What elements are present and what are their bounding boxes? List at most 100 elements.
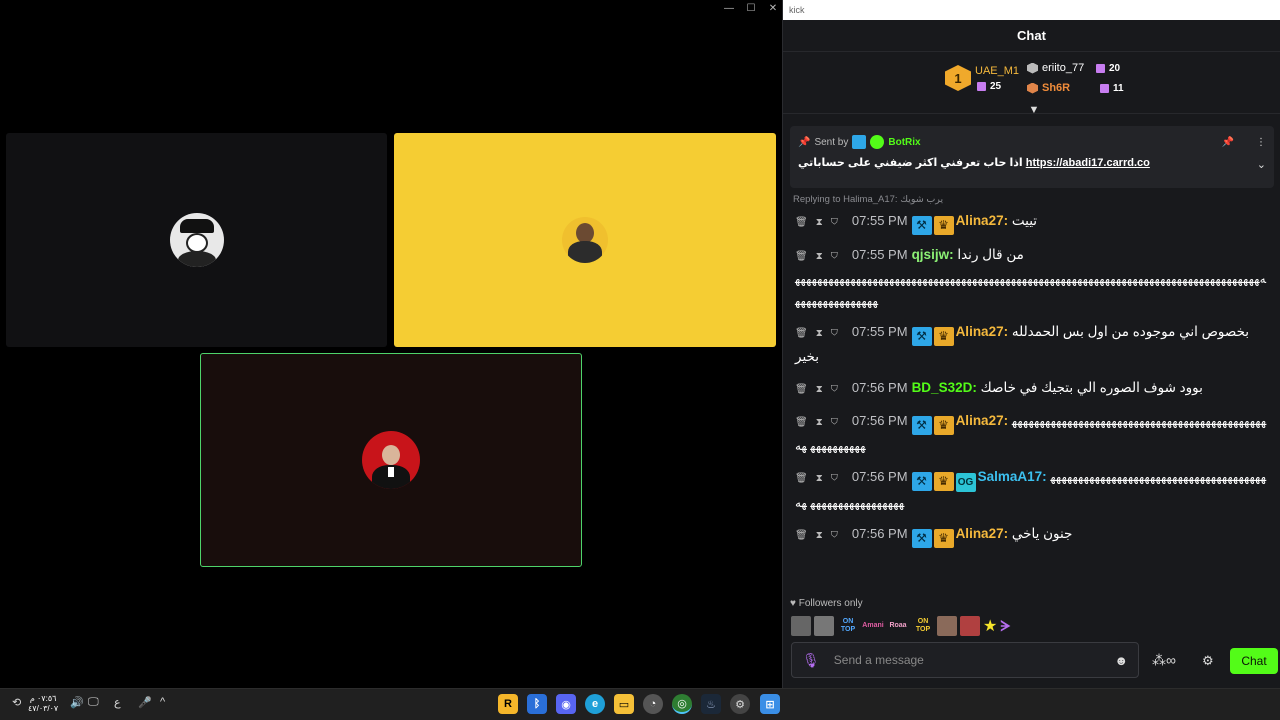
message-container: 🗑⧗⛉ 07:55 PM ⚒ ♛ Alina27: تييت 🗑⧗⛉ 07:55 PM qjs…	[795, 210, 1269, 548]
emote-1[interactable]	[791, 616, 811, 636]
gift-icon	[1096, 64, 1105, 73]
message-tools[interactable]: 🗑⧗⛉	[795, 328, 846, 339]
message-username[interactable]: Alina27:	[956, 324, 1009, 339]
rank-1-count: 25	[977, 81, 1001, 92]
pinned-message: 📌 Sent by BotRix 📌 ⋮ اذا حاب تعرفني اكثر…	[790, 126, 1274, 188]
message-time: 07:56 PM	[851, 413, 908, 428]
gear-icon[interactable]: ⚙	[1202, 653, 1214, 669]
mic-icon[interactable]: 🎙	[802, 652, 820, 669]
clock-time: ٠٧:٥٦ م	[29, 694, 57, 703]
rank-3-entry[interactable]: Sh6R	[1027, 82, 1070, 94]
rank-2-count: 20	[1096, 63, 1120, 74]
emote-2[interactable]	[814, 616, 834, 636]
message-username[interactable]: SalmaA17:	[978, 469, 1047, 484]
mod-badge-icon	[852, 135, 867, 149]
rank-2-hex-icon	[1027, 62, 1038, 74]
notification-icon[interactable]: ⟲	[12, 696, 21, 709]
vip-badge-icon: ♛	[933, 327, 954, 346]
maximize-icon[interactable]: ☐	[746, 3, 756, 14]
pinned-link[interactable]: https://abadi17.carrd.co	[1026, 157, 1150, 169]
network-icon[interactable]: 🖵	[88, 696, 99, 709]
message-tools[interactable]: 🗑⧗⛉	[795, 417, 846, 428]
more-options-icon[interactable]: ⋮	[1256, 137, 1266, 148]
message-tools[interactable]: 🗑⧗⛉	[795, 217, 846, 228]
file-explorer-icon[interactable]: ▭	[614, 694, 634, 714]
taskbar: ⟲ ٠٧:٥٦ م ٤٧/٠٣/٠٧ 🔊 🖵 ع 🎤 ^ R ᛒ ◉ e ▭ ◔…	[0, 688, 1280, 720]
emoji-picker-icon[interactable]: ☻	[1114, 653, 1128, 668]
obs-app-icon[interactable]: ◔	[643, 694, 663, 714]
chat-message[interactable]: 🗑⧗⛉ 07:56 PM ⚒ ♛ Alina27: جنون ياخي	[795, 523, 1269, 548]
chrome-app-icon[interactable]: ◎	[672, 694, 692, 714]
gift-leaderboard: 1 UAE_M1 25 eriito_77 20 Sh6R 11 ▼	[783, 52, 1280, 116]
chevron-up-icon[interactable]: ^	[160, 696, 165, 708]
close-icon[interactable]: ✕	[768, 3, 778, 14]
message-tools[interactable]: 🗑⧗⛉	[795, 530, 846, 541]
chat-input-box[interactable]: 🎙 ☻	[791, 642, 1139, 678]
participant-tile-2[interactable]	[394, 133, 776, 347]
message-tools[interactable]: 🗑⧗⛉	[795, 384, 846, 395]
emote-roaa[interactable]: Roaa	[887, 622, 909, 630]
emote-ontop-1[interactable]: ON TOP	[837, 618, 859, 634]
emote-ontop-2[interactable]: ON TOP	[912, 618, 934, 634]
discord-app-icon[interactable]: ◉	[556, 694, 576, 714]
participant-tile-3-active-speaker[interactable]	[200, 353, 582, 567]
reply-context[interactable]: Replying to Halima_A17: يرب شويك	[793, 194, 1269, 210]
rank-2-entry[interactable]: eriito_77	[1027, 62, 1084, 74]
emote-8[interactable]	[960, 616, 980, 636]
chat-message[interactable]: 🗑⧗⛉ 07:56 PM BD_S32D: بوود شوف الصوره الي …	[795, 377, 1269, 401]
settings-app-icon[interactable]: ⚙	[730, 694, 750, 714]
emote-7[interactable]	[937, 616, 957, 636]
edge-app-icon[interactable]: e	[585, 694, 605, 714]
participant-tile-1[interactable]	[6, 133, 387, 347]
message-username[interactable]: BD_S32D:	[912, 380, 977, 395]
chat-message[interactable]: 🗑⧗⛉ 07:55 PM ⚒ ♛ Alina27: تييت	[795, 210, 1269, 235]
mic-tray-icon[interactable]: 🎤	[138, 696, 152, 709]
taskbar-clock[interactable]: ٠٧:٥٦ م ٤٧/٠٣/٠٧	[28, 694, 58, 714]
message-username[interactable]: Alina27:	[956, 413, 1009, 428]
bluetooth-app-icon[interactable]: ᛒ	[527, 694, 547, 714]
mod-badge-icon: ⚒	[911, 529, 932, 548]
star-emote-icon[interactable]: ★	[983, 616, 997, 636]
verified-badge-icon	[870, 135, 885, 149]
gift-icon	[977, 82, 986, 91]
message-time: 07:56 PM	[851, 469, 908, 484]
windows-start-icon[interactable]: ⊞	[760, 694, 780, 714]
message-username[interactable]: Alina27:	[956, 213, 1009, 228]
gift-icon	[1100, 84, 1109, 93]
message-time: 07:55 PM	[851, 213, 908, 228]
chat-message[interactable]: 🗑⧗⛉ 07:55 PM ⚒ ♛ Alina27: بخصوص اني موجوده م…	[795, 321, 1269, 368]
message-tools[interactable]: 🗑⧗⛉	[795, 473, 846, 484]
og-badge-icon: OG	[955, 473, 976, 492]
message-time: 07:55 PM	[851, 324, 908, 339]
purple-emote-icon[interactable]: ᗒ	[1000, 618, 1010, 635]
unpin-icon[interactable]: 📌	[1222, 137, 1234, 148]
message-text: بوود شوف الصوره الي بتجيك في خاصك	[980, 380, 1203, 395]
language-indicator[interactable]: ع	[114, 696, 121, 709]
volume-icon[interactable]: 🔊	[70, 696, 84, 709]
chat-panel: kick Chat 1 UAE_M1 25 eriito_77 20 Sh6R …	[782, 0, 1280, 688]
rank-1-badge: 1	[945, 65, 971, 91]
chat-input[interactable]	[833, 653, 1115, 667]
chat-message-list[interactable]: Replying to Halima_A17: يرب شويك 🗑⧗⛉ 07:5…	[783, 194, 1280, 594]
emote-amani[interactable]: Amani	[862, 622, 884, 630]
pinned-sender-name[interactable]: BotRix	[888, 137, 920, 148]
rockstar-app-icon[interactable]: R	[498, 694, 518, 714]
chat-message[interactable]: 🗑⧗⛉ 07:55 PM qjsijw: من قال رندا ﻪﻬﻬﻬﻬﻬﻬﻬﻬﻬ…	[795, 244, 1269, 312]
video-call-window: — ☐ ✕	[0, 0, 782, 688]
expand-chevron-icon[interactable]: ⌄	[1257, 158, 1266, 171]
clock-date: ٤٧/٠٣/٠٧	[28, 704, 59, 713]
message-username[interactable]: qjsijw:	[912, 247, 954, 262]
kicks-points-icon[interactable]: ⁂∞	[1152, 652, 1176, 669]
rank-1-name[interactable]: UAE_M1	[975, 65, 1019, 77]
chat-send-button[interactable]: Chat	[1230, 648, 1278, 674]
collapse-leaderboard-icon[interactable]: ▼	[1027, 104, 1041, 116]
rank-3-count: 11	[1100, 83, 1124, 94]
message-username[interactable]: Alina27:	[956, 526, 1009, 541]
steam-app-icon[interactable]: ♨	[701, 694, 721, 714]
message-text: تييت	[1011, 213, 1038, 228]
chat-header-title: Chat	[783, 20, 1280, 52]
chat-message[interactable]: 🗑⧗⛉ 07:56 PM ⚒ ♛ Alina27: ﻬﻬﻬﻬﻬﻬﻬﻬﻬﻬﻬﻬﻬﻬﻬﻬﻬﻬ…	[795, 410, 1269, 457]
message-tools[interactable]: 🗑⧗⛉	[795, 251, 846, 262]
chat-message[interactable]: 🗑⧗⛉ 07:56 PM ⚒ ♛ OG SalmaA17: ﻬﻬﻬﻬﻬﻬﻬﻬﻬﻬﻬﻬﻬﻬﻬ…	[795, 466, 1269, 514]
minimize-icon[interactable]: —	[724, 3, 734, 14]
